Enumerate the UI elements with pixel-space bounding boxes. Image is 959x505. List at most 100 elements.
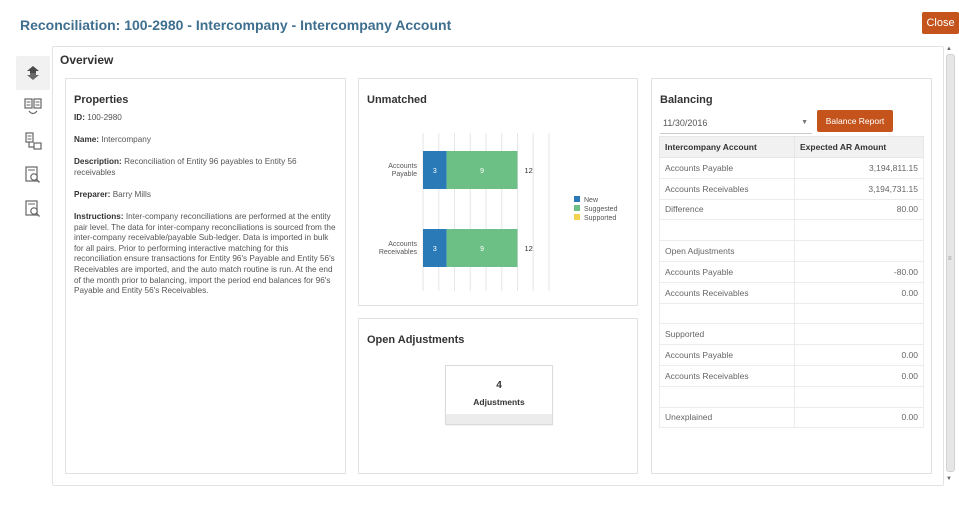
- legend-label-new: New: [584, 197, 599, 204]
- period-date-select[interactable]: 11/30/2016 ▼: [660, 112, 812, 134]
- balancing-table: Intercompany Account Expected AR Amount …: [659, 136, 924, 429]
- bar-total-label: 12: [525, 166, 533, 175]
- row-account: Open Adjustments: [659, 240, 795, 262]
- left-rail: [14, 56, 52, 226]
- description-label: Description:: [74, 157, 122, 166]
- row-amount: [794, 240, 924, 262]
- row-amount: -80.00: [794, 261, 924, 283]
- instructions-value: Inter-company reconciliations are perfor…: [74, 212, 336, 296]
- preparer-value: Barry Mills: [112, 190, 151, 199]
- row-account: Difference: [659, 199, 795, 221]
- row-amount: 3,194,811.15: [794, 157, 924, 179]
- period-date-value: 11/30/2016: [663, 118, 708, 128]
- table-row: Accounts Receivables 0.00: [659, 365, 924, 387]
- close-button[interactable]: Close: [922, 12, 959, 34]
- table-row: Unexplained 0.00: [659, 407, 924, 429]
- bar-data-label: 3: [433, 168, 437, 175]
- overview-title: Overview: [60, 53, 114, 67]
- table-row: Accounts Payable 3,194,811.15: [659, 157, 924, 179]
- row-amount: [794, 386, 924, 408]
- row-account: Accounts Payable: [659, 344, 795, 366]
- table-row: [659, 219, 924, 242]
- instructions-label: Instructions:: [74, 212, 124, 221]
- legend-label-supported: Supported: [584, 215, 616, 222]
- row-account: Supported: [659, 323, 795, 346]
- row-amount: [794, 219, 924, 242]
- id-value: 100-2980: [87, 113, 122, 122]
- name-value: Intercompany: [101, 135, 151, 144]
- row-account: Accounts Receivables: [659, 365, 795, 387]
- row-amount: [794, 323, 924, 346]
- property-preparer: Preparer: Barry Mills: [74, 190, 336, 201]
- bar-total-label: 12: [525, 244, 533, 253]
- page-title: Reconciliation: 100-2980 - Intercompany …: [20, 17, 452, 33]
- document-tree-icon[interactable]: [20, 128, 46, 154]
- row-amount: 0.00: [794, 407, 924, 429]
- property-id: ID: 100-2980: [74, 113, 336, 124]
- row-amount: 3,194,731.15: [794, 178, 924, 200]
- row-account: Accounts Receivables: [659, 178, 795, 200]
- row-amount: 80.00: [794, 199, 924, 221]
- unmatched-panel: Unmatched 3 9 12 Accounts Payable 3 9 12 Account…: [358, 78, 638, 306]
- adjustments-card-footer: [446, 414, 552, 424]
- property-name: Name: Intercompany: [74, 135, 336, 146]
- id-label: ID:: [74, 113, 85, 122]
- row-account: Accounts Receivables: [659, 282, 795, 304]
- chevron-down-icon: ▼: [801, 119, 808, 126]
- vertical-scrollbar[interactable]: ▲ ≡ ▼: [944, 46, 957, 486]
- bar-data-label: 9: [480, 246, 484, 253]
- table-row: Supported: [659, 323, 924, 346]
- column-header-amount: Expected AR Amount: [794, 136, 924, 158]
- bar-data-label: 3: [433, 246, 437, 253]
- balancing-panel: Balancing 11/30/2016 ▼ Balance Report In…: [651, 78, 932, 474]
- row-amount: 0.00: [794, 344, 924, 366]
- table-header-row: Intercompany Account Expected AR Amount: [659, 136, 924, 158]
- unmatched-chart: 3 9 12AccountsPayable3 9 12AccountsReceivabl…: [379, 133, 618, 291]
- table-row: Accounts Receivables 3,194,731.15: [659, 178, 924, 200]
- table-row: Difference 80.00: [659, 199, 924, 221]
- table-row: Accounts Payable 0.00: [659, 344, 924, 366]
- name-label: Name:: [74, 135, 100, 144]
- table-row: [659, 386, 924, 408]
- bar-data-label: 9: [480, 168, 484, 175]
- compare-docs-icon[interactable]: [20, 94, 46, 120]
- legend-swatch-supported: [574, 214, 580, 220]
- open-adjustments-title: Open Adjustments: [367, 334, 465, 346]
- row-account: [659, 386, 795, 408]
- category-label: Accounts: [388, 241, 417, 248]
- property-instructions: Instructions: Inter-company reconciliati…: [74, 212, 336, 297]
- row-amount: 0.00: [794, 282, 924, 304]
- balancing-title: Balancing: [660, 94, 713, 106]
- preparer-label: Preparer:: [74, 190, 111, 199]
- row-account: Accounts Payable: [659, 157, 795, 179]
- refresh-arrows-icon[interactable]: [16, 56, 50, 90]
- table-row: [659, 303, 924, 325]
- table-row: Open Adjustments: [659, 240, 924, 262]
- row-amount: 0.00: [794, 365, 924, 387]
- row-account: Unexplained: [659, 407, 795, 429]
- adjustments-count: 4: [496, 380, 502, 391]
- category-label: Accounts: [388, 163, 417, 170]
- properties-panel: Properties ID: 100-2980 Name: Intercompa…: [65, 78, 346, 474]
- open-adjustments-panel: Open Adjustments 4 Adjustments: [358, 318, 638, 474]
- legend-label-suggested: Suggested: [584, 206, 618, 213]
- scroll-up-icon[interactable]: ▲: [946, 46, 952, 52]
- column-header-account: Intercompany Account: [659, 136, 795, 158]
- row-account: [659, 303, 795, 325]
- search-document-alt-icon[interactable]: [20, 196, 46, 222]
- category-label: Receivables: [379, 249, 418, 256]
- row-account: [659, 219, 795, 242]
- search-document-icon[interactable]: [20, 162, 46, 188]
- grip-icon: ≡: [948, 256, 952, 262]
- category-label: Payable: [392, 171, 417, 178]
- properties-title: Properties: [74, 94, 129, 106]
- adjustments-card[interactable]: 4 Adjustments: [445, 365, 553, 425]
- scroll-thumb[interactable]: [946, 54, 955, 472]
- row-amount: [794, 303, 924, 325]
- property-description: Description: Reconciliation of Entity 96…: [74, 157, 336, 178]
- scroll-down-icon[interactable]: ▼: [946, 476, 952, 482]
- balance-report-button[interactable]: Balance Report: [817, 110, 893, 132]
- legend-swatch-new: [574, 196, 580, 202]
- title-bar: Reconciliation: 100-2980 - Intercompany …: [0, 0, 959, 48]
- adjustments-label: Adjustments: [473, 397, 525, 407]
